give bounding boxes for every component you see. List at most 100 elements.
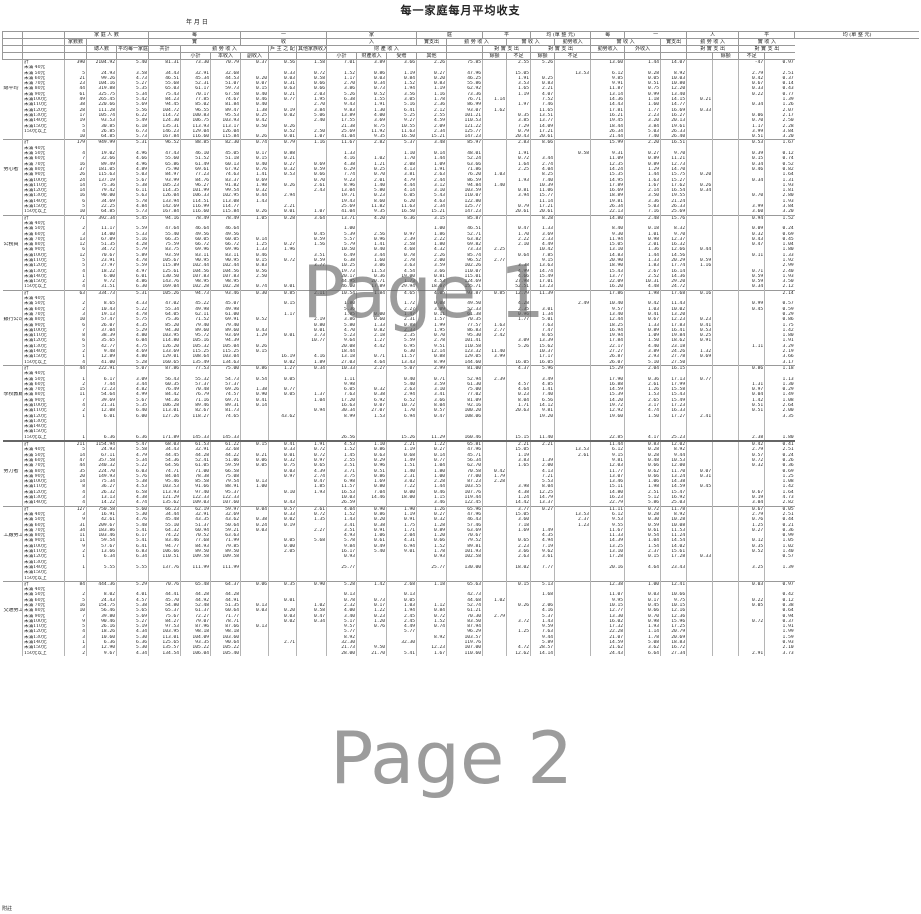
header-cell: 餘額 [482,52,507,60]
header-cell: 不足 [554,52,591,60]
header-cell [22,45,65,53]
value-cell [686,650,713,656]
value-cell: 2 [64,650,87,656]
header-cell [2,52,23,60]
header-cell [590,52,625,60]
header-cell: 平 [482,31,531,39]
header-cell [660,45,687,53]
header-cell [148,52,181,60]
category-cell: 工廠勞工 [3,533,23,539]
category-cell: 交通勞工 [3,608,23,614]
value-cell: 27.34 [660,650,687,656]
header-cell [86,52,117,60]
header-cell [22,38,65,46]
header-cell: 勤 勞 收 入 [686,38,739,46]
value-cell: 14.14 [530,650,555,656]
header-cell: 一 [624,31,687,39]
table-header: 家 庭 人 數 每 一 家 庭 平 均 (單 整 元) 每 一 人 平 均 (單… [2,31,919,60]
header-cell: 每 [590,31,625,39]
header-cell: 家 [326,31,417,39]
header-cell [22,52,65,60]
value-cell: 134.54 [148,650,181,656]
value-cell: 2.91 [738,650,765,656]
header-cell: 人 [686,31,739,39]
page-2-watermark: Page 2 [330,716,573,800]
header-cell [764,52,795,60]
header-cell [446,52,483,60]
value-cell: 3.73 [764,650,795,656]
header-cell: 勤勞收入 [590,45,625,53]
header-cell [85,38,149,46]
header-cell: 受贈 [386,52,417,60]
header-cell: 外收入 [624,45,661,53]
header-cell: 均 (單 整 元) [530,31,591,39]
header-cell: 家 庭 人 數 [63,31,149,39]
value-cell: 28.00 [326,650,357,656]
header-cell: 對 實 支 出 [686,45,739,53]
table-container: 家 庭 人 數 每 一 家 庭 平 均 (單 整 元) 每 一 人 平 均 (單… [2,31,919,656]
value-cell: 1.67 [416,650,447,656]
header-cell: 其他 [416,52,447,60]
date-line: 年 月 日 [186,19,208,26]
header-cell: 實支出 [416,38,447,46]
header-cell [686,52,713,60]
header-cell: 戶 主 之 配 偶 收 入 [268,45,297,53]
header-cell: 家數數 [64,38,87,46]
header-cell: 庭 [416,31,483,39]
value-cell: 4.34 [115,650,149,656]
header-cell: 實支出 [660,38,687,46]
header-cell: 收 [240,38,327,46]
header-cell: 實 [148,38,241,46]
footer-note: 附註 [2,906,13,912]
value-cell [240,650,269,656]
header-cell: 一 [240,31,327,39]
header-cell: 總人數 [86,45,117,53]
value-cell [482,650,507,656]
category-cell: 銀行公司職員 [3,317,23,323]
header-cell: 對 實 支 出 [530,45,591,53]
value-cell [296,650,327,656]
header-cell: 不足 [506,52,531,60]
value-cell: 105.40 [210,650,241,656]
table-row: 150元以上 2 9.67 4.34 134.54 106.04 105.40 28.00 21… [3,650,920,656]
header-cell [2,38,23,46]
income-expense-table: 家 庭 人 數 每 一 家 庭 平 均 (單 整 元) 每 一 人 平 均 (單… [2,31,919,656]
header-cell: 其他家族收入 [296,45,327,53]
header-cell: 餘額 [712,52,739,60]
header-cell: 對 實 支 出 [482,45,531,53]
header-cell: 實 收 入 [590,38,661,46]
income-band-cell: 150元以上 [22,650,65,656]
header-cell: 餘額 [530,52,555,60]
header-cell: 平 [738,31,795,39]
document-title: 每一家庭每月平均收支 [400,4,521,17]
header-cell: 共計 [148,45,181,53]
value-cell: 110.60 [446,650,483,656]
header-cell: 副收入 [240,52,269,60]
header-cell: 實 收 入 [506,38,555,46]
header-cell [2,45,23,53]
category-cell: 學校教職員 [3,392,23,398]
header-cell: 小計 [326,52,357,60]
header-cell [268,52,297,60]
document-page: 每一家庭每月平均收支 年 月 日 家 庭 人 數 每 一 家 庭 平 均 (單 … [0,0,921,914]
header-cell [115,52,149,60]
header-cell [296,52,327,60]
header-cell: 財 產 收 入 [326,45,447,53]
value-cell: 6.64 [624,650,661,656]
header-cell: 勤 勞 收 入 [446,38,507,46]
value-cell: 21.70 [356,650,387,656]
header-cell: 平均每一家庭人數 [115,45,149,53]
header-cell: 均 (單 整 元) [794,31,919,39]
value-cell: 5.41 [386,650,417,656]
header-cell [660,52,687,60]
value-cell [554,650,591,656]
value-cell: 106.04 [180,650,211,656]
header-cell: 財產收入 [356,52,387,60]
header-cell: 小計 [180,52,211,60]
value-cell: 12.62 [506,650,531,656]
header-cell: 入 [326,38,417,46]
header-cell [22,31,65,39]
header-cell: 不足 [738,52,765,60]
header-cell [446,45,483,53]
value-cell [712,650,739,656]
